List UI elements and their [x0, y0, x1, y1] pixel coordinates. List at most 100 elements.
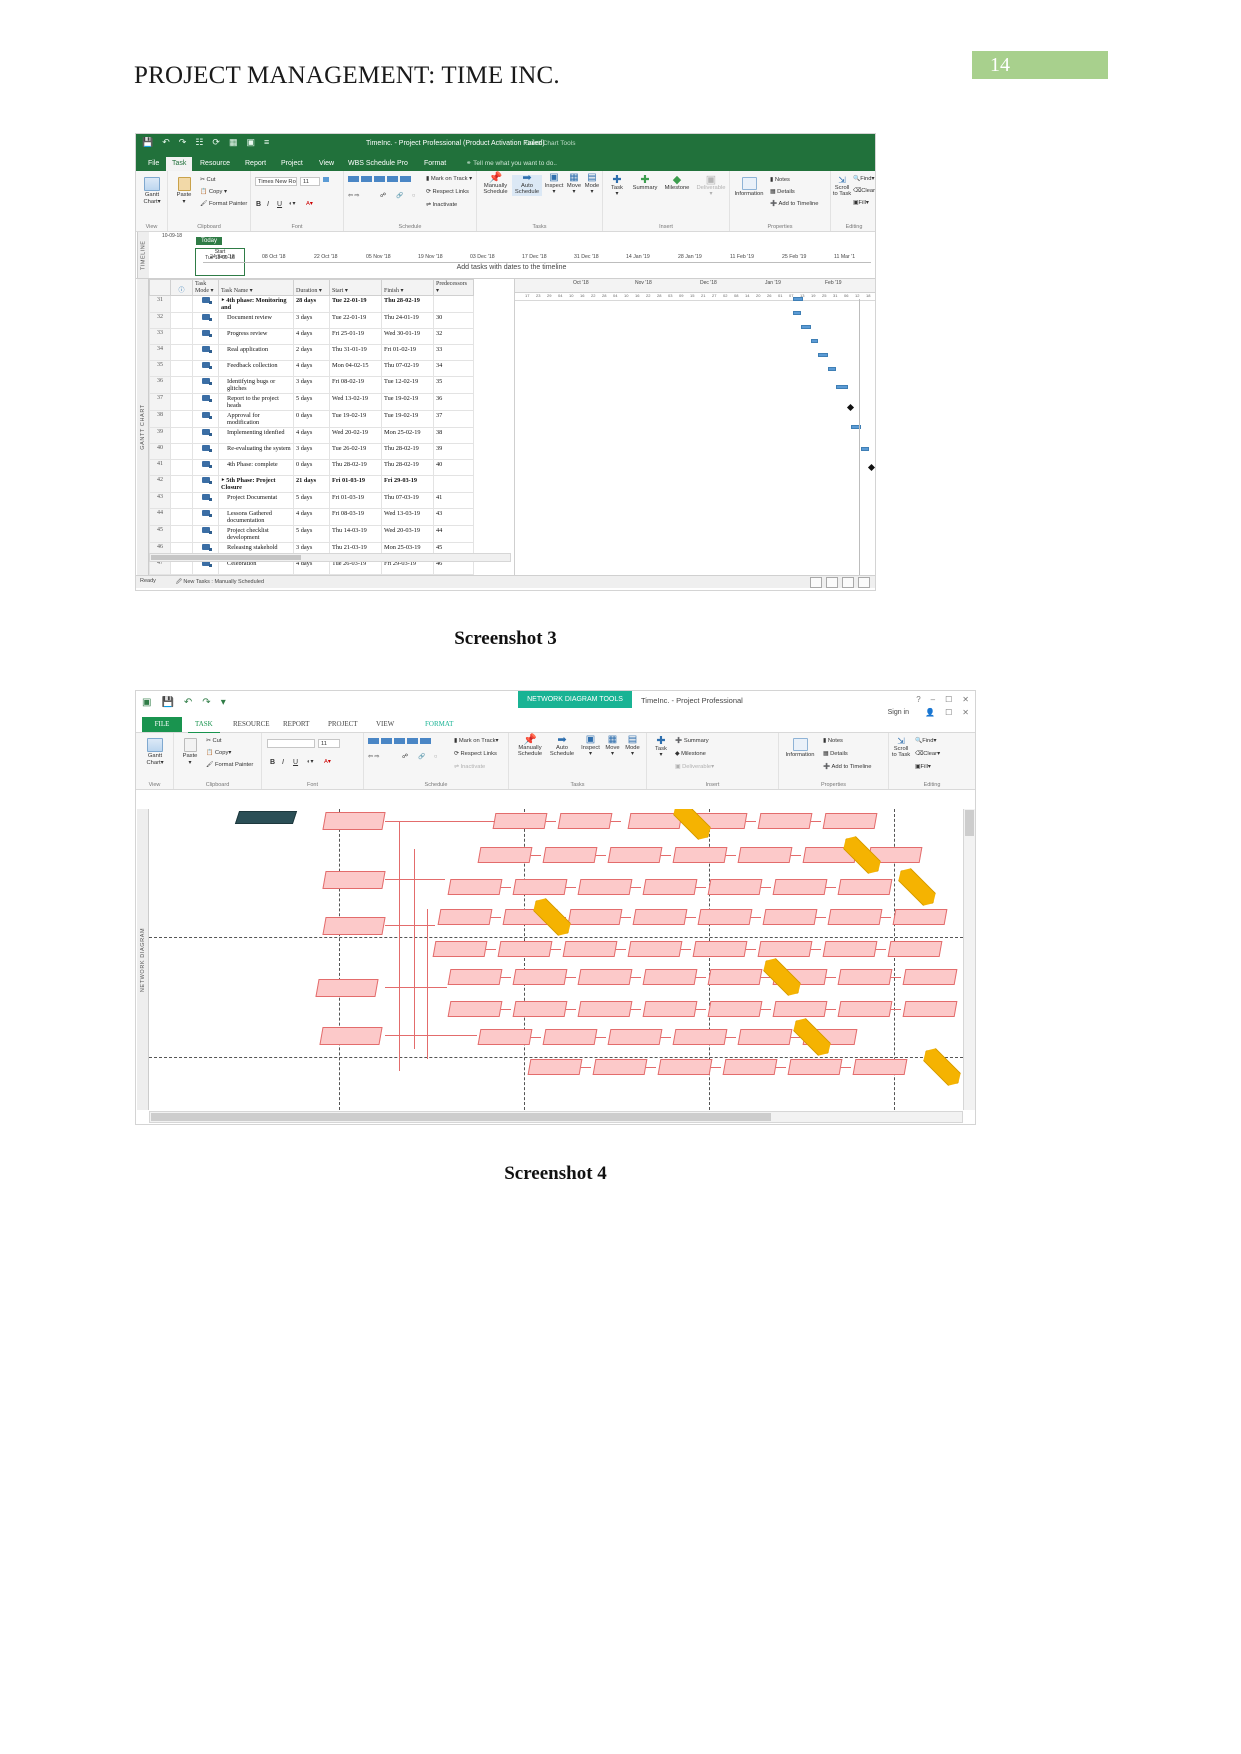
row-finish-cell[interactable]: Tue 12-02-19	[381, 376, 434, 394]
task-mode-icon[interactable]	[201, 314, 212, 321]
row-task-mode-cell[interactable]	[192, 376, 219, 394]
row-task-mode-cell[interactable]	[192, 427, 219, 444]
network-task-node-2-5[interactable]	[772, 879, 828, 895]
task-mode-icon[interactable]	[201, 527, 212, 534]
font-size-input[interactable]: 11	[300, 177, 320, 186]
row-indicator-cell[interactable]	[170, 508, 193, 526]
tab-task[interactable]: TASK	[188, 717, 220, 734]
tab-project[interactable]: PROJECT	[321, 717, 365, 732]
row-predecessors-cell[interactable]: 41	[433, 492, 474, 509]
row-duration-cell[interactable]: 5 days	[293, 393, 330, 411]
row-start-cell[interactable]: Fri 25-01-19	[329, 328, 382, 345]
task-mode-icon[interactable]	[201, 362, 212, 369]
row-duration-cell[interactable]: 3 days	[293, 443, 330, 460]
row-task-name-cell[interactable]: ‣ 5th Phase: Project Closure	[218, 475, 294, 493]
nd-font-color-button[interactable]: A▾	[324, 759, 331, 765]
row-task-name-cell[interactable]: Real application	[218, 344, 294, 361]
row-indicator-cell[interactable]	[170, 459, 193, 476]
network-task-node-6-2[interactable]	[577, 1001, 633, 1017]
customize-qat-icon[interactable]: ≡	[264, 138, 269, 147]
row-indicator-cell[interactable]	[170, 295, 193, 313]
pct25-icon[interactable]	[361, 176, 372, 182]
row-start-cell[interactable]: Fri 01-03-19	[329, 475, 382, 493]
row-duration-cell[interactable]: 21 days	[293, 475, 330, 493]
nd-mark-on-track-button[interactable]: ▮ Mark on Track▾	[454, 738, 498, 744]
network-v-scroll-thumb[interactable]	[965, 810, 974, 836]
row-id-cell[interactable]: 40	[149, 443, 171, 460]
close-icon[interactable]: ✕	[962, 695, 969, 704]
row-task-name-cell[interactable]: Approval for modification	[218, 410, 294, 428]
row-id-cell[interactable]: 36	[149, 376, 171, 394]
nd-find-button[interactable]: 🔍Find▾	[915, 738, 936, 744]
network-task-node-3-0[interactable]	[437, 909, 493, 925]
pct25-icon[interactable]	[381, 738, 392, 744]
pct75-icon[interactable]	[407, 738, 418, 744]
customize-qat-icon[interactable]: ▾	[221, 697, 226, 708]
nd-gantt-chart-button[interactable]: Gantt Chart▾	[138, 738, 172, 766]
nd-inspect-button[interactable]: ▣ Inspect ▾	[579, 735, 602, 758]
row-finish-cell[interactable]: Tue 19-02-19	[381, 410, 434, 428]
row-predecessors-cell[interactable]: 39	[433, 443, 474, 460]
nd-paste-button[interactable]: Paste ▾	[178, 738, 202, 766]
table-row[interactable]: 45 Project checklist development 5 days Thu…	[149, 525, 474, 543]
gantt-milestone-41[interactable]	[867, 463, 875, 472]
sign-in-button[interactable]: Sign in	[888, 709, 909, 716]
highlight-color-button[interactable]: ◐▾	[289, 201, 295, 207]
network-task-node-2-4[interactable]	[707, 879, 763, 895]
task-mode-icon[interactable]	[201, 445, 212, 452]
row-duration-cell[interactable]: 28 days	[293, 295, 330, 313]
percent-complete-buttons[interactable]	[323, 177, 329, 182]
nd-clear-button[interactable]: ⌫Clear▾	[915, 751, 940, 757]
redo-icon[interactable]: ↷	[202, 697, 210, 708]
indent-buttons[interactable]: ⇦ ⇨	[348, 193, 359, 199]
notes-button[interactable]: ▮ Notes	[770, 177, 790, 183]
network-milestone-node-2-0[interactable]	[894, 864, 939, 909]
row-finish-cell[interactable]: Thu 28-02-19	[381, 443, 434, 460]
row-duration-cell[interactable]: 4 days	[293, 328, 330, 345]
row-task-mode-cell[interactable]	[192, 492, 219, 509]
gantt-bar-36[interactable]	[828, 367, 836, 371]
network-task-node-7-0[interactable]	[477, 1029, 533, 1045]
ribbon-options-icon[interactable]: ☐	[945, 708, 952, 717]
row-start-cell[interactable]: Thu 14-03-19	[329, 525, 382, 543]
row-id-cell[interactable]: 38	[149, 410, 171, 428]
network-task-node-3-3[interactable]	[632, 909, 688, 925]
row-finish-cell[interactable]: Mon 25-02-19	[381, 427, 434, 444]
find-button[interactable]: 🔍Find▾	[853, 176, 874, 182]
network-task-node-5-2[interactable]	[577, 969, 633, 985]
mode-button[interactable]: ▤ Mode ▾	[582, 173, 602, 196]
network-task-node-7-3[interactable]	[672, 1029, 728, 1045]
row-task-mode-cell[interactable]	[192, 360, 219, 377]
network-task-node-0-4[interactable]	[757, 813, 813, 829]
row-indicator-cell[interactable]	[170, 360, 193, 377]
network-phase-node-0[interactable]	[322, 812, 386, 830]
nd-font-size-input[interactable]: 11	[318, 739, 340, 748]
row-finish-cell[interactable]: Fri 29-03-19	[381, 475, 434, 493]
calendar-icon[interactable]: ▦	[229, 138, 238, 147]
row-task-name-cell[interactable]: Feedback collection	[218, 360, 294, 377]
nd-scroll-to-task-button[interactable]: ⇲ Scroll to Task	[889, 737, 913, 759]
row-indicator-cell[interactable]	[170, 492, 193, 509]
tell-me-box[interactable]: ⚭ Tell me what you want to do..	[466, 157, 557, 171]
row-indicator-cell[interactable]	[170, 410, 193, 428]
network-task-node-4-0[interactable]	[432, 941, 488, 957]
row-predecessors-cell[interactable]: 36	[433, 393, 474, 411]
row-task-mode-cell[interactable]	[192, 410, 219, 428]
timeline-inner[interactable]: 10-09-18 Today Start Tue 18-09-18 24 Sep…	[148, 232, 875, 278]
fill-button[interactable]: ▣Fill▾	[853, 200, 869, 206]
table-row[interactable]: 37 Report to the project heads 5 days Wed 1…	[149, 393, 474, 411]
row-start-cell[interactable]: Wed 20-02-19	[329, 427, 382, 444]
tab-file[interactable]: FILE	[142, 717, 182, 732]
row-task-name-cell[interactable]: 4th Phase: complete	[218, 459, 294, 476]
row-task-name-cell[interactable]: Re-evaluating the system	[218, 443, 294, 460]
nd-italic-button[interactable]: I	[282, 759, 284, 766]
table-row[interactable]: 31 ‣ 4th phase: Monitoring and 28 days Tue …	[149, 295, 474, 313]
nd-information-button[interactable]: Information	[782, 738, 818, 759]
mark-on-track-button[interactable]: ▮ Mark on Track ▾	[426, 176, 472, 182]
network-task-node-5-0[interactable]	[447, 969, 503, 985]
row-id-cell[interactable]: 33	[149, 328, 171, 345]
row-id-cell[interactable]: 43	[149, 492, 171, 509]
row-task-mode-cell[interactable]	[192, 295, 219, 313]
network-ribbon-tabs[interactable]: FILE TASK RESOURCE REPORT PROJECT VIEW F…	[136, 717, 975, 734]
gantt-chart-button[interactable]: Gantt Chart▾	[136, 177, 168, 205]
